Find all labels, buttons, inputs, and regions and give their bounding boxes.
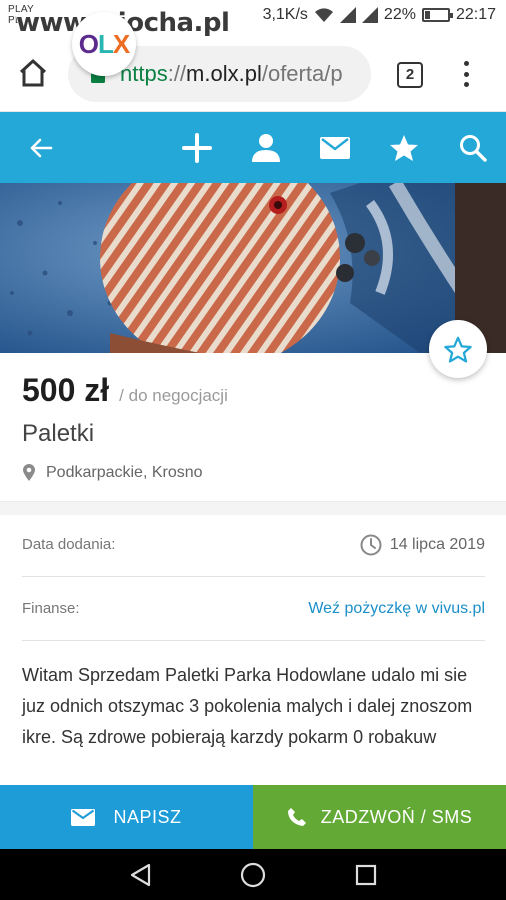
url-path: /oferta/p	[261, 61, 343, 86]
url-text: https://m.olx.pl/oferta/p	[120, 61, 343, 87]
date-added-row: Data dodania: 14 lipca 2019	[22, 513, 485, 577]
listing-title: Paletki	[22, 420, 95, 447]
fish-photo	[0, 183, 506, 353]
location-pin-icon	[23, 464, 35, 481]
star-icon[interactable]	[388, 131, 420, 165]
star-outline-icon	[444, 336, 472, 363]
network-speed: 3,1K/s	[262, 6, 308, 23]
battery-icon	[421, 8, 453, 22]
system-nav-bar	[0, 849, 506, 900]
finance-row: Finanse: Weź pożyczkę w vivus.pl	[22, 577, 485, 641]
clock-icon	[360, 534, 382, 555]
loan-link[interactable]: Weź pożyczkę w vivus.pl	[308, 600, 485, 618]
recents-square-icon[interactable]	[353, 862, 379, 888]
search-icon[interactable]	[458, 131, 488, 165]
favorite-button[interactable]	[429, 320, 487, 378]
date-added-label: Data dodania:	[22, 536, 116, 553]
date-text: 14 lipca 2019	[389, 535, 485, 553]
price-row: 500 zł / do negocjacji	[22, 372, 228, 409]
clock: 22:17	[455, 6, 496, 23]
home-circle-icon[interactable]	[240, 862, 266, 888]
call-sms-button[interactable]: ZADZWOŃ / SMS	[253, 785, 506, 849]
finance-label: Finanse:	[22, 600, 80, 617]
location[interactable]: Podkarpackie, Krosno	[22, 463, 203, 482]
signal-icon-2	[361, 7, 378, 23]
price: 500 zł	[22, 372, 110, 408]
user-icon[interactable]	[250, 131, 282, 165]
envelope-icon	[71, 808, 96, 826]
tab-switcher-button[interactable]: 2	[397, 62, 423, 88]
mail-icon[interactable]	[319, 131, 351, 165]
back-triangle-icon[interactable]	[127, 862, 153, 888]
wifi-icon	[314, 8, 333, 22]
olx-logo[interactable]: OLX	[72, 12, 136, 76]
date-added-value: 14 lipca 2019	[360, 534, 485, 556]
listing-photo[interactable]	[0, 183, 506, 353]
url-separator: ://	[167, 61, 187, 86]
add-icon[interactable]	[181, 131, 213, 165]
home-icon[interactable]	[18, 58, 48, 88]
location-text: Podkarpackie, Krosno	[46, 463, 203, 481]
more-vert-icon[interactable]	[456, 58, 476, 90]
signal-icon	[339, 7, 356, 23]
back-arrow-icon[interactable]	[28, 131, 54, 165]
write-message-label: NAPISZ	[113, 806, 182, 827]
negotiable-label: / do negocjacji	[119, 386, 228, 405]
contact-bar: NAPISZ ZADZWOŃ / SMS	[0, 785, 506, 849]
url-host: m.olx.pl	[186, 61, 262, 86]
phone-icon	[287, 808, 306, 826]
olx-header	[0, 112, 506, 183]
status-indicators: 3,1K/s 22% 22:17	[263, 6, 496, 24]
battery-percent: 22%	[383, 6, 416, 23]
battery-level	[424, 11, 430, 19]
listing-description: Witam Sprzedam Paletki Parka Hodowlane u…	[22, 665, 473, 747]
call-sms-label: ZADZWOŃ / SMS	[320, 806, 473, 827]
write-message-button[interactable]: NAPISZ	[0, 785, 253, 849]
